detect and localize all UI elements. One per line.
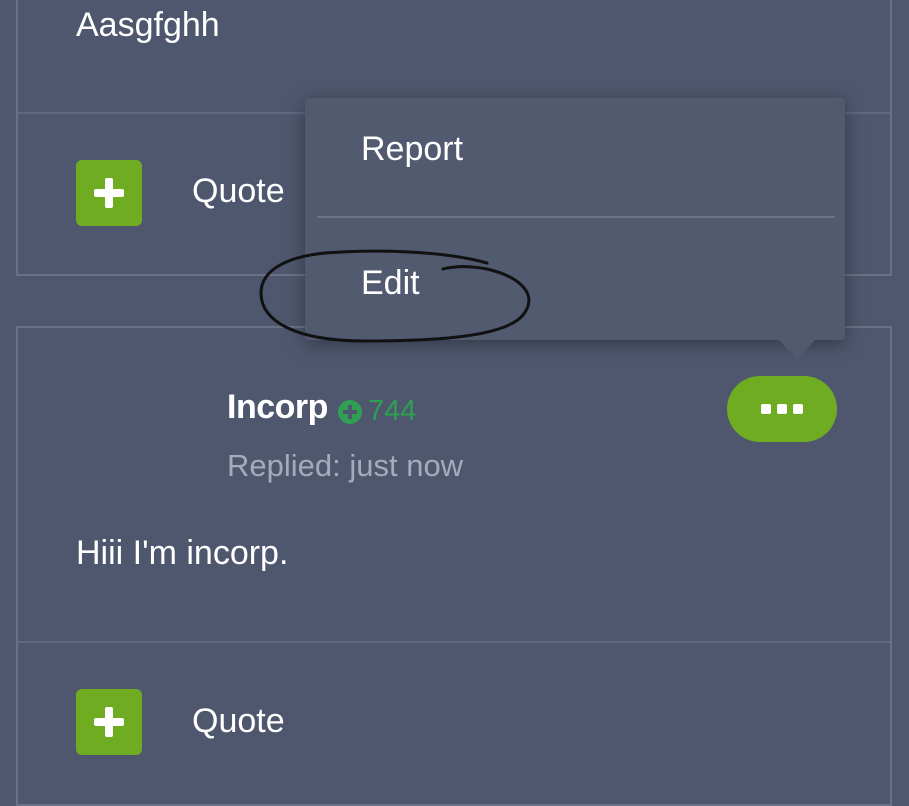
plus-circle-icon <box>338 399 362 424</box>
plus-icon <box>94 178 124 208</box>
post-body-text: Hiii I'm incorp. <box>76 534 289 572</box>
post-options-menu: Report Edit <box>305 98 845 340</box>
reputation-count: 744 <box>368 395 417 427</box>
menu-pointer <box>779 340 815 360</box>
reputation-badge: 744 <box>338 395 416 428</box>
post-divider <box>18 641 890 643</box>
quote-button[interactable] <box>76 160 142 226</box>
ellipsis-icon <box>761 404 771 414</box>
menu-item-edit[interactable]: Edit <box>361 264 420 303</box>
quote-link[interactable]: Quote <box>192 702 285 741</box>
menu-item-report[interactable]: Report <box>361 130 463 169</box>
post-card-incorp: Incorp 744 Replied: just now Hiii I'm in… <box>16 326 892 806</box>
quote-link[interactable]: Quote <box>192 172 285 211</box>
post-author-name[interactable]: Incorp <box>227 388 328 427</box>
menu-divider <box>317 216 835 218</box>
post-body-text: Aasgfghh <box>76 6 220 44</box>
more-options-button[interactable] <box>727 376 837 442</box>
plus-icon <box>94 707 124 737</box>
post-timestamp: Replied: just now <box>227 448 464 483</box>
quote-button[interactable] <box>76 689 142 755</box>
